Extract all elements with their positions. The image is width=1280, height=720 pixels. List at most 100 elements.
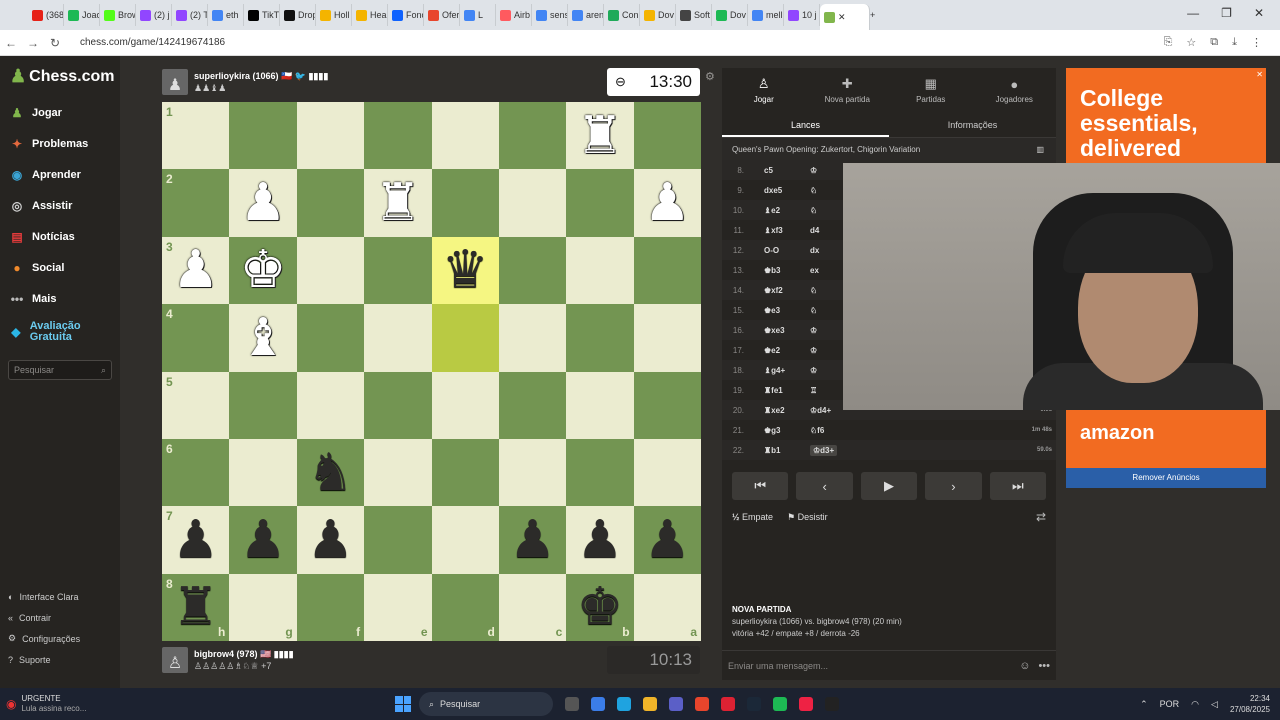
new-tab-icon[interactable]: + <box>870 10 875 20</box>
sidebar-bottom-item[interactable]: ? Suporte <box>0 649 120 670</box>
browser-tab[interactable]: Con <box>604 4 640 26</box>
board-square[interactable]: a <box>633 573 701 641</box>
board-square[interactable]: ♞ <box>296 438 365 507</box>
browser-tab[interactable]: mell <box>748 4 784 26</box>
last-move-button[interactable]: ⏭ <box>989 472 1047 500</box>
chat-input[interactable]: Enviar uma mensagem... ☺ ••• <box>722 650 1056 680</box>
browser-tab[interactable]: aren <box>568 4 604 26</box>
board-square[interactable] <box>431 371 499 439</box>
volume-icon[interactable]: ◁ <box>1211 699 1218 710</box>
white-move[interactable]: ♚e3 <box>744 306 810 315</box>
browser-tab-active[interactable]: ✕ <box>820 4 870 30</box>
chess-piece[interactable]: ♟ <box>240 177 287 229</box>
white-move[interactable]: ♚b3 <box>744 266 810 275</box>
browser-tab[interactable]: eth <box>208 4 244 26</box>
board-square[interactable]: 7 ♟ <box>162 506 230 574</box>
subtab-0[interactable]: Lances <box>722 112 889 137</box>
app-icon[interactable] <box>825 697 839 711</box>
board-square[interactable] <box>566 371 634 439</box>
subtab-1[interactable]: Informações <box>889 112 1056 137</box>
white-move[interactable]: ♝e2 <box>744 206 810 215</box>
chess-piece[interactable]: ♟ <box>509 514 556 566</box>
white-move[interactable]: dxe5 <box>744 186 810 195</box>
app-icon[interactable] <box>773 697 787 711</box>
board-square[interactable] <box>229 102 297 170</box>
chess-piece[interactable]: ♞ <box>307 447 354 499</box>
board-square[interactable]: ♚ <box>229 236 297 305</box>
board-square[interactable]: ♟ <box>229 506 297 574</box>
sidebar-bottom-item[interactable]: ◐ Interface Clara <box>0 586 120 607</box>
menu-icon[interactable]: ⋮ <box>1251 36 1262 49</box>
white-move[interactable]: ♚g3 <box>744 426 810 435</box>
back-icon[interactable]: ← <box>0 36 22 50</box>
chess-piece[interactable]: ♝ <box>240 312 287 364</box>
board-square[interactable] <box>229 371 297 439</box>
board-square[interactable]: ♜ <box>364 169 432 237</box>
board-square[interactable] <box>633 102 701 170</box>
board-square[interactable]: c <box>498 573 567 641</box>
book-icon[interactable]: ▥ <box>1036 145 1044 154</box>
board-square[interactable]: 4 <box>162 304 230 372</box>
board-square[interactable] <box>498 102 567 170</box>
board-square[interactable] <box>498 236 567 305</box>
board-square[interactable] <box>364 102 432 170</box>
board-settings-gear-icon[interactable]: ⚙ <box>705 70 715 83</box>
sidebar-item-not-cias[interactable]: ▤ Notícias <box>0 221 120 252</box>
bookmark-star-icon[interactable]: ☆ <box>1186 36 1196 49</box>
app-icon[interactable] <box>617 697 631 711</box>
board-square[interactable] <box>364 371 432 439</box>
board-square[interactable] <box>364 236 432 305</box>
browser-tab[interactable]: Ofer <box>424 4 460 26</box>
chess-piece[interactable]: ♜ <box>577 110 624 162</box>
sidebar-item-assistir[interactable]: ◎ Assistir <box>0 190 120 221</box>
browser-tab[interactable]: Hea <box>352 4 388 26</box>
app-icon[interactable] <box>591 697 605 711</box>
white-move[interactable]: c5 <box>744 166 810 175</box>
board-square[interactable] <box>296 102 365 170</box>
board-square[interactable]: ♟ <box>296 506 365 574</box>
board-square[interactable] <box>431 304 499 372</box>
browser-tab[interactable]: (368 <box>28 4 64 26</box>
black-move[interactable]: ♘f6 <box>810 426 870 435</box>
board-square[interactable]: ♝ <box>229 304 297 372</box>
browser-tab[interactable]: (2) j <box>136 4 172 26</box>
board-square[interactable]: 6 <box>162 438 230 507</box>
sidebar-item-problemas[interactable]: ✦ Problemas <box>0 128 120 159</box>
board-square[interactable] <box>296 236 365 305</box>
board-square[interactable]: ♛ <box>431 236 499 305</box>
board-square[interactable]: 2 <box>162 169 230 237</box>
sidebar-item-avalia-o-gratuita[interactable]: ◆ Avaliação Gratuita <box>0 314 120 350</box>
top-player-name[interactable]: superlioykira (1066) <box>194 71 279 81</box>
download-icon[interactable]: ⤓ <box>1232 36 1237 49</box>
app-icon[interactable] <box>669 697 683 711</box>
app-icon[interactable] <box>799 697 813 711</box>
board-square[interactable]: ♜ <box>566 102 634 170</box>
bottom-player-name[interactable]: bigbrow4 (978) <box>194 649 258 659</box>
board-square[interactable]: ♟ <box>633 169 701 237</box>
maximize-icon[interactable]: ❐ <box>1221 6 1232 20</box>
chess-logo[interactable]: ♟ Chess.com <box>0 56 120 97</box>
board-square[interactable] <box>566 169 634 237</box>
close-tab-icon[interactable]: ✕ <box>838 12 846 23</box>
chess-piece[interactable]: ♟ <box>240 514 287 566</box>
board-square[interactable] <box>498 304 567 372</box>
url-field[interactable]: chess.com/game/142419674186 <box>80 37 1164 48</box>
board-square[interactable] <box>431 102 499 170</box>
board-square[interactable] <box>296 169 365 237</box>
white-move[interactable]: ♜b1 <box>744 446 810 455</box>
forward-icon[interactable]: → <box>22 36 44 50</box>
board-square[interactable] <box>566 236 634 305</box>
sidebar-item-aprender[interactable]: ◉ Aprender <box>0 159 120 190</box>
app-icon[interactable] <box>565 697 579 711</box>
browser-tab[interactable]: TikT <box>244 4 280 26</box>
tab-partidas[interactable]: ▦ Partidas <box>889 68 973 112</box>
board-square[interactable] <box>498 371 567 439</box>
board-square[interactable] <box>229 438 297 507</box>
more-options-icon[interactable]: ••• <box>1038 660 1050 672</box>
browser-tab[interactable]: Drop <box>280 4 316 26</box>
play-button[interactable]: ▶ <box>860 472 918 500</box>
extensions-icon[interactable]: ⧉ <box>1210 36 1218 49</box>
chess-board[interactable]: 1 ♜ 2 ♟ ♜ ♟ 3 ♟ ♚ ♛ 4 ♝ 5 6 ♞ 7 ♟ ♟ ♟ ♟ ♟ ♟ 8 h ♜ g f e d c b ♚ a <box>162 102 701 641</box>
browser-tab[interactable]: Joao <box>64 4 100 26</box>
chess-piece[interactable]: ♟ <box>307 514 354 566</box>
